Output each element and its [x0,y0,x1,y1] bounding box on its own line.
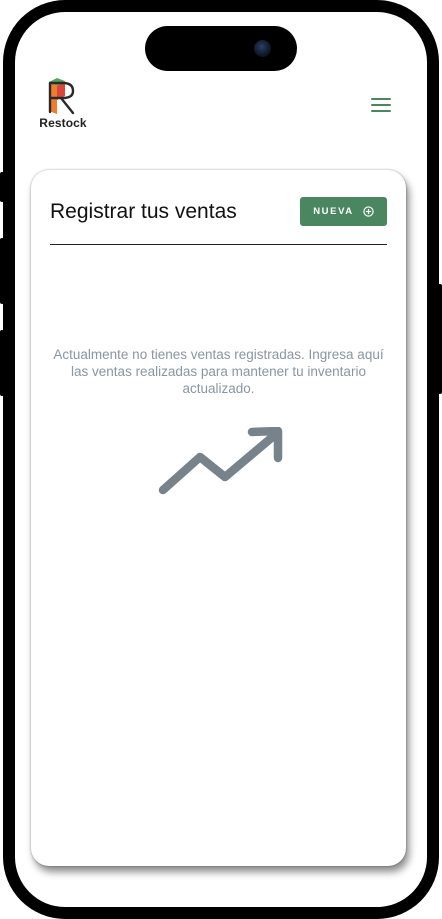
sales-card: Registrar tus ventas NUEVA Actualmente n… [31,170,406,866]
hamburger-menu-icon [371,98,391,100]
trending-up-icon [158,427,283,495]
new-sale-button-label: NUEVA [313,206,354,217]
plus-circle-icon [363,206,374,217]
new-sale-button[interactable]: NUEVA [300,197,387,226]
menu-line [371,110,391,112]
title-divider [50,244,387,245]
volume-down-button [0,330,4,396]
card-title: Registrar tus ventas [50,200,237,223]
action-button [0,172,4,202]
dynamic-island [145,26,297,71]
power-button [438,284,442,394]
phone-screen: Restock Registrar tus ventas NUEVA Actua… [15,12,427,907]
menu-line [371,104,391,106]
camera-icon [254,40,271,57]
app-logo[interactable]: Restock [37,78,89,136]
menu-button[interactable] [371,98,391,112]
restock-logo-icon [48,78,75,115]
empty-state-message: Actualmente no tienes ventas registradas… [53,347,384,396]
volume-up-button [0,238,4,304]
logo-text: Restock [39,116,87,130]
